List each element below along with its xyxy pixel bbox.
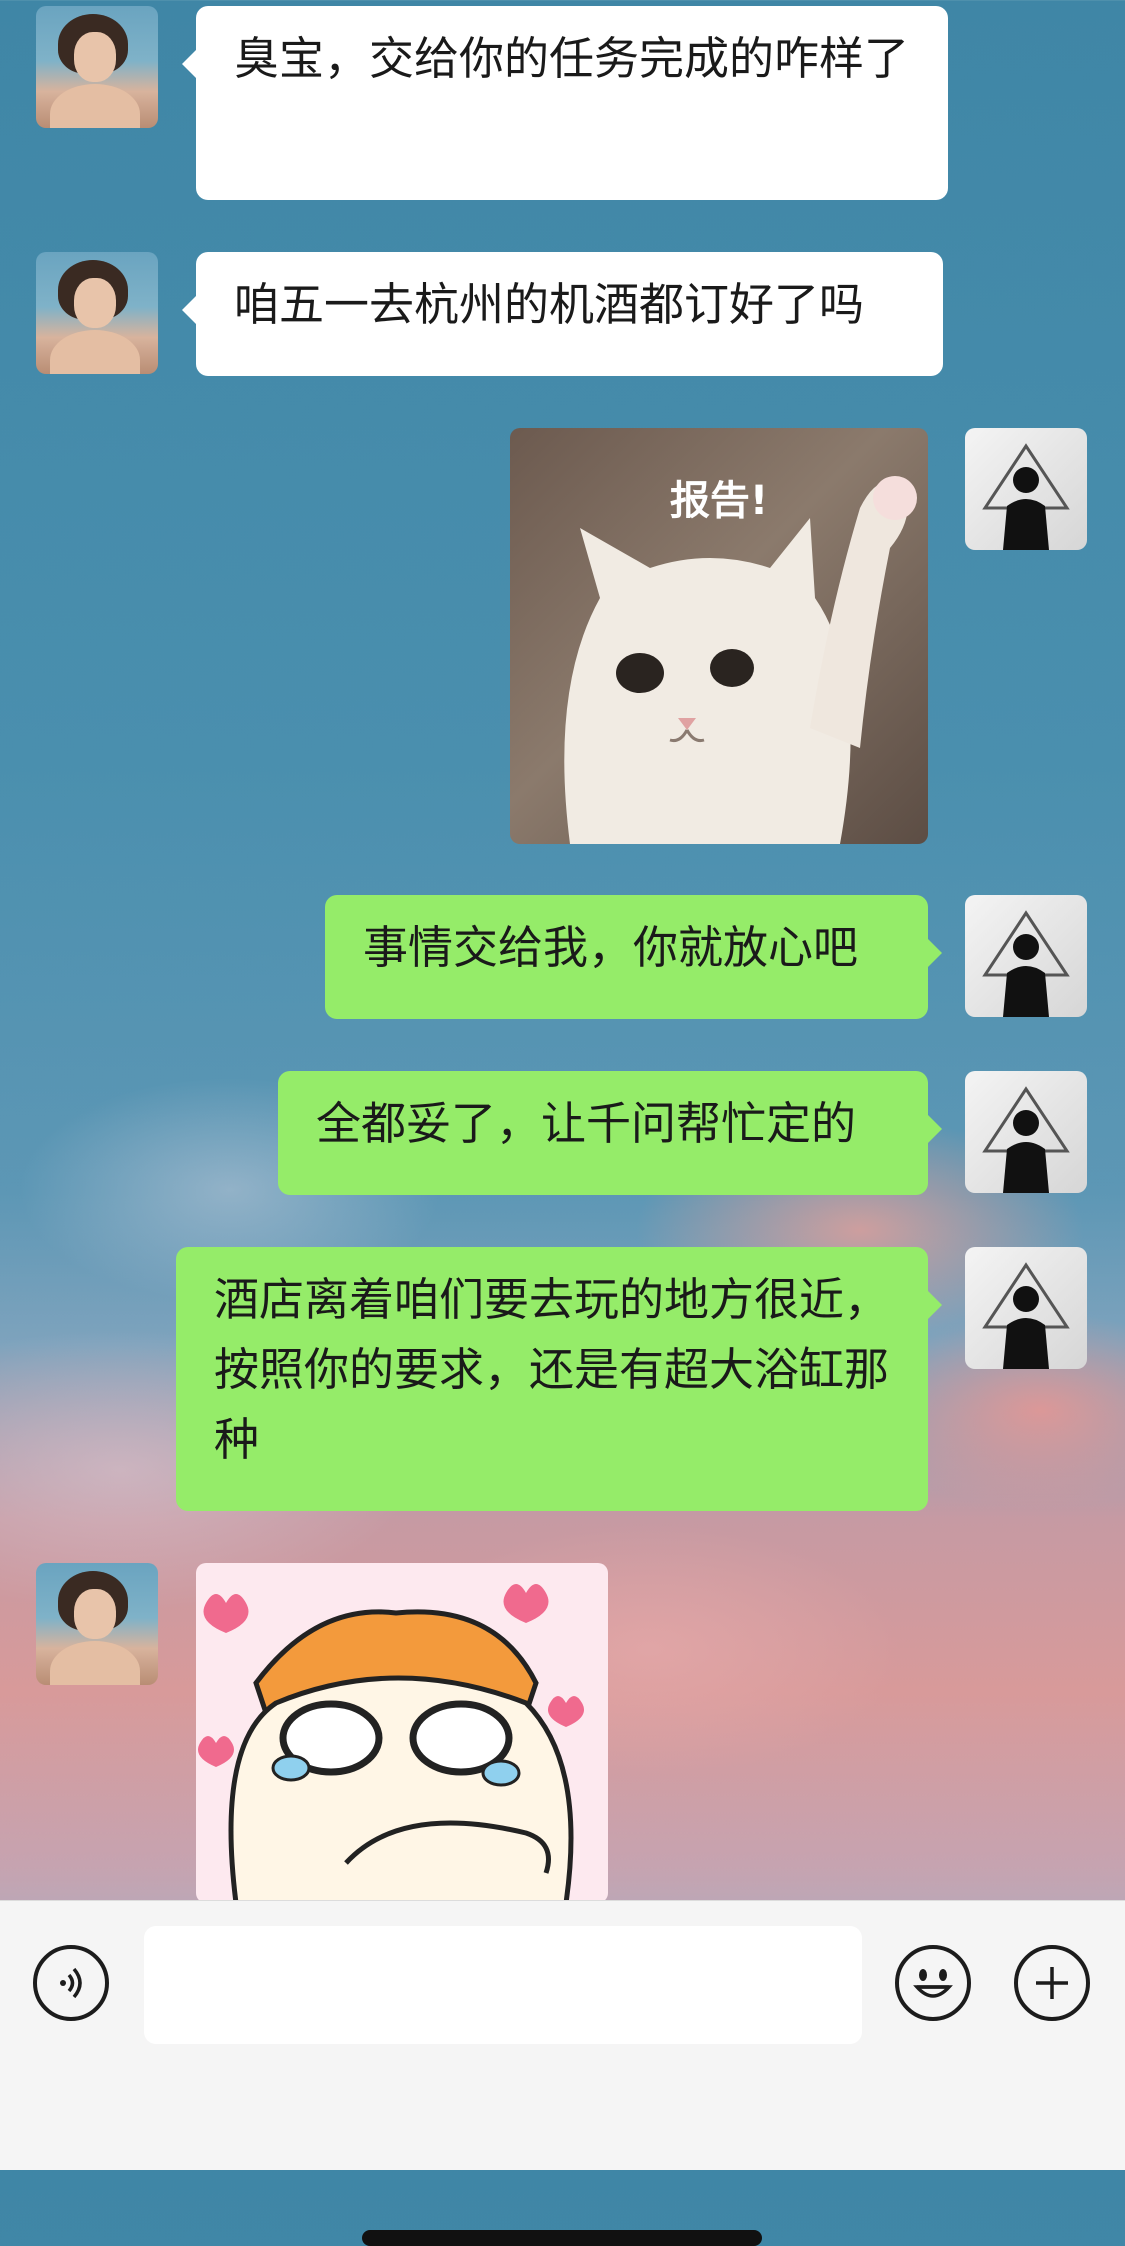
contact-avatar[interactable] [36,6,158,128]
contact-avatar[interactable] [36,252,158,374]
home-indicator[interactable] [362,2230,762,2246]
message-text: 臭宝，交给你的任务完成的咋样了 [234,32,910,85]
chat-message-list[interactable]: 臭宝，交给你的任务完成的咋样了 咱五一去杭州的机酒都订好了吗 报告! 事情交给我… [0,0,1125,1900]
plus-icon[interactable] [1014,1945,1090,2021]
message-text: 事情交给我，你就放心吧 [363,921,859,974]
chat-input-bar [0,1900,1125,2170]
message-input[interactable] [144,1926,862,2044]
outgoing-message-bubble[interactable]: 酒店离着咱们要去玩的地方很近，按照你的要求，还是有超大浴缸那种 [176,1247,942,1511]
incoming-message-bubble[interactable]: 臭宝，交给你的任务完成的咋样了 [182,6,948,200]
outgoing-message-bubble[interactable]: 全都妥了，让千问帮忙定的 [278,1071,942,1195]
contact-avatar[interactable] [36,1563,158,1685]
hamster-sticker[interactable] [196,1563,608,1900]
my-avatar[interactable] [965,1071,1087,1193]
emoji-icon[interactable] [895,1945,971,2021]
message-text: 咱五一去杭州的机酒都订好了吗 [234,278,865,331]
hamster-illustration [198,1584,584,1900]
message-text: 酒店离着咱们要去玩的地方很近，按照你的要求，还是有超大浴缸那种 [214,1273,890,1466]
cat-illustration [564,476,917,844]
my-avatar[interactable] [965,895,1087,1017]
incoming-message-bubble[interactable]: 咱五一去杭州的机酒都订好了吗 [182,252,943,376]
message-text: 全都妥了，让千问帮忙定的 [316,1097,857,1150]
voice-icon[interactable] [33,1945,109,2021]
cat-sticker[interactable]: 报告! [510,428,928,844]
outgoing-message-bubble[interactable]: 事情交给我，你就放心吧 [325,895,942,1019]
my-avatar[interactable] [965,1247,1087,1369]
my-avatar[interactable] [965,428,1087,550]
